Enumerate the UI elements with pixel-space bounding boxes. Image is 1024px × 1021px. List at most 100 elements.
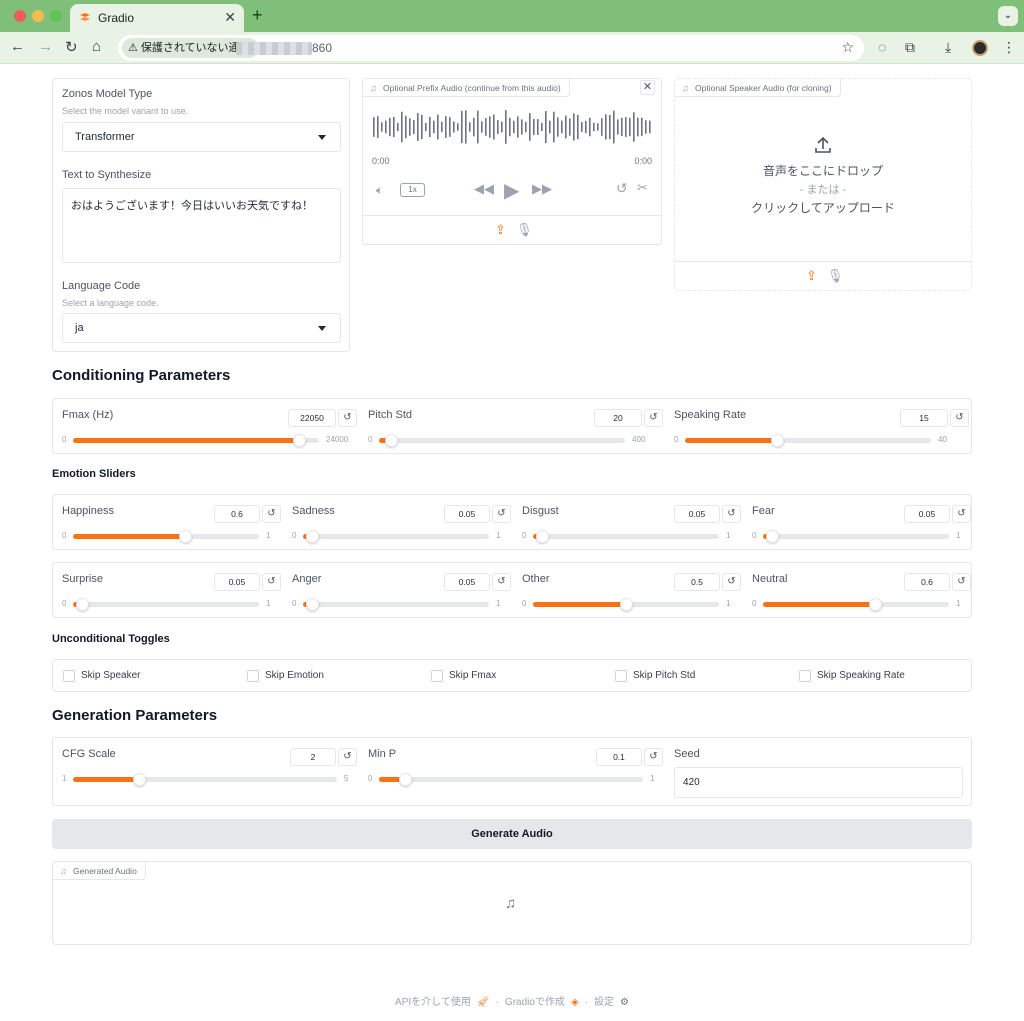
slider-thumb[interactable] — [76, 598, 90, 611]
bookmark-star-icon[interactable]: ☆ — [841, 39, 854, 56]
text-input[interactable]: おはようございます！今日はいいお天気ですね！ — [62, 188, 341, 263]
reset-icon[interactable]: ↺ — [722, 573, 741, 591]
slider-track[interactable] — [533, 598, 719, 611]
reset-icon[interactable]: ↺ — [952, 505, 971, 523]
address-bar[interactable]: ⚠ 保護されていない通信 860 ☆ — [118, 35, 864, 61]
slider-thumb[interactable] — [178, 530, 192, 543]
toggle-label[interactable]: Skip Pitch Std — [633, 670, 695, 681]
slider-track[interactable] — [685, 434, 931, 447]
tab-search-icon[interactable]: ⌄ — [998, 6, 1018, 26]
slider-number-input[interactable]: 0.6 — [214, 505, 260, 523]
reload-icon[interactable]: ↻ — [65, 38, 78, 56]
playback-speed-button[interactable]: 1x — [400, 183, 425, 197]
generate-audio-button[interactable]: Generate Audio — [52, 819, 972, 849]
slider-number-input[interactable]: 0.05 — [444, 505, 490, 523]
browser-tab[interactable]: Gradio ✕ — [70, 4, 244, 32]
chat-icon[interactable]: ◌ — [878, 39, 886, 55]
rewind-icon[interactable]: ◀◀ — [474, 181, 494, 197]
slider-thumb[interactable] — [306, 598, 320, 611]
toggle-checkbox[interactable] — [431, 670, 443, 682]
toggle-checkbox[interactable] — [799, 670, 811, 682]
slider-number-input[interactable]: 22050 — [288, 409, 336, 427]
tab-close-icon[interactable]: ✕ — [224, 9, 236, 26]
slider-number-input[interactable]: 0.05 — [904, 505, 950, 523]
back-icon[interactable]: ← — [10, 38, 25, 55]
volume-icon[interactable]: 🔈︎ — [376, 183, 383, 198]
slider-track[interactable] — [533, 530, 719, 543]
upload-icon[interactable]: ⇪ — [495, 222, 506, 238]
microphone-icon[interactable]: 🎙︎ — [827, 268, 844, 284]
slider-thumb[interactable] — [306, 530, 320, 543]
slider-thumb[interactable] — [399, 773, 413, 786]
slider-track[interactable] — [379, 434, 625, 447]
slider-thumb[interactable] — [536, 530, 550, 543]
slider-number-input[interactable]: 20 — [594, 409, 642, 427]
slider-track[interactable] — [763, 598, 949, 611]
slider-thumb[interactable] — [771, 434, 785, 447]
reset-icon[interactable]: ↺ — [338, 748, 357, 766]
slider-number-input[interactable]: 0.6 — [904, 573, 950, 591]
slider-number-input[interactable]: 2 — [290, 748, 336, 766]
built-with-link[interactable]: Gradioで作成 — [505, 997, 565, 1008]
slider-number-input[interactable]: 15 — [900, 409, 948, 427]
slider-track[interactable] — [763, 530, 949, 543]
clear-audio-icon[interactable]: ✕ — [640, 80, 655, 95]
api-link[interactable]: APIを介して使用 — [395, 997, 471, 1008]
reset-icon[interactable]: ↺ — [492, 573, 511, 591]
seed-input[interactable]: 420 — [674, 767, 963, 798]
slider-number-input[interactable]: 0.05 — [444, 573, 490, 591]
slider-thumb[interactable] — [620, 598, 633, 611]
menu-icon[interactable]: ⋮ — [1002, 39, 1016, 56]
download-icon[interactable]: ⤓ — [945, 39, 951, 56]
trim-scissors-icon[interactable]: ✂ — [637, 180, 648, 196]
slider-track[interactable] — [73, 773, 337, 786]
slider-number-input[interactable]: 0.05 — [674, 505, 720, 523]
minimize-window-button[interactable] — [32, 10, 44, 22]
language-dropdown[interactable]: ja — [62, 313, 341, 343]
slider-track[interactable] — [73, 434, 319, 447]
maximize-window-button[interactable] — [50, 10, 62, 22]
slider-track[interactable] — [73, 598, 259, 611]
slider-number-input[interactable]: 0.05 — [214, 573, 260, 591]
slider-thumb[interactable] — [385, 434, 399, 447]
gear-icon[interactable]: ⚙ — [620, 997, 629, 1008]
reset-icon[interactable]: ↺ — [722, 505, 741, 523]
model-type-dropdown[interactable]: Transformer — [62, 122, 341, 152]
toggle-checkbox[interactable] — [247, 670, 259, 682]
profile-avatar[interactable] — [972, 40, 988, 56]
slider-thumb[interactable] — [133, 773, 146, 786]
toggle-label[interactable]: Skip Speaking Rate — [817, 670, 905, 681]
extensions-icon[interactable]: ⧉ — [905, 39, 915, 56]
reset-icon[interactable]: ↺ — [644, 409, 663, 427]
slider-number-input[interactable]: 0.1 — [596, 748, 642, 766]
toggle-checkbox[interactable] — [615, 670, 627, 682]
play-icon[interactable]: ▶ — [504, 178, 519, 203]
reset-icon[interactable]: ↺ — [950, 409, 969, 427]
slider-track[interactable] — [303, 598, 489, 611]
reset-icon[interactable]: ↺ — [952, 573, 971, 591]
undo-icon[interactable]: ↺ — [616, 180, 628, 197]
home-icon[interactable]: ⌂ — [92, 38, 101, 55]
fast-forward-icon[interactable]: ▶▶ — [532, 181, 552, 197]
slider-thumb[interactable] — [293, 434, 306, 447]
microphone-icon[interactable]: 🎙︎ — [516, 222, 533, 238]
reset-icon[interactable]: ↺ — [262, 573, 281, 591]
slider-track[interactable] — [303, 530, 489, 543]
toggle-checkbox[interactable] — [63, 670, 75, 682]
slider-number-input[interactable]: 0.5 — [674, 573, 720, 591]
toggle-label[interactable]: Skip Fmax — [449, 670, 496, 681]
upload-icon[interactable]: ⇪ — [806, 268, 817, 284]
new-tab-icon[interactable]: + — [252, 5, 263, 26]
slider-track[interactable] — [379, 773, 643, 786]
reset-icon[interactable]: ↺ — [492, 505, 511, 523]
speaker-audio-panel[interactable]: ♫ Optional Speaker Audio (for cloning) 音声… — [674, 78, 972, 291]
slider-track[interactable] — [73, 530, 259, 543]
reset-icon[interactable]: ↺ — [338, 409, 357, 427]
toggle-label[interactable]: Skip Speaker — [81, 670, 140, 681]
settings-link[interactable]: 設定 — [594, 997, 614, 1008]
close-window-button[interactable] — [14, 10, 26, 22]
toggle-label[interactable]: Skip Emotion — [265, 670, 324, 681]
reset-icon[interactable]: ↺ — [262, 505, 281, 523]
forward-icon[interactable]: → — [38, 38, 53, 55]
reset-icon[interactable]: ↺ — [644, 748, 663, 766]
